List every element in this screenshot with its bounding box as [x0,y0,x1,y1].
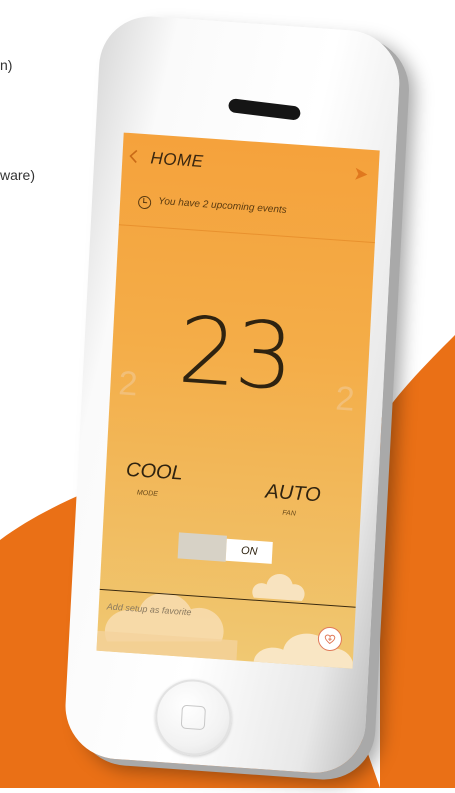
fan-label: FAN [282,509,297,518]
cloud-decoration [252,573,305,602]
cloud-decoration [253,633,354,669]
heart-plus-icon [324,634,336,645]
upcoming-events-text[interactable]: You have 2 upcoming events [158,196,287,216]
page-title: HOME [150,148,204,172]
app-screen: HOME You have 2 upcoming events 2 23 2 C… [96,132,380,669]
mode-label: MODE [136,489,159,498]
back-chevron-icon[interactable] [128,149,139,164]
header-divider [118,224,375,244]
mode-value[interactable]: COOL [125,459,183,486]
phone-mockup: HOME You have 2 upcoming events 2 23 2 C… [60,13,402,782]
cloud-decoration [96,593,243,661]
clock-icon [137,195,152,210]
temperature-next[interactable]: 2 [335,379,356,419]
temperature-value[interactable]: 23 [176,297,295,412]
temperature-previous[interactable]: 2 [118,364,139,404]
send-icon[interactable] [354,167,369,182]
fan-value[interactable]: AUTO [265,481,321,508]
app-header: HOME You have 2 upcoming events [118,133,379,251]
